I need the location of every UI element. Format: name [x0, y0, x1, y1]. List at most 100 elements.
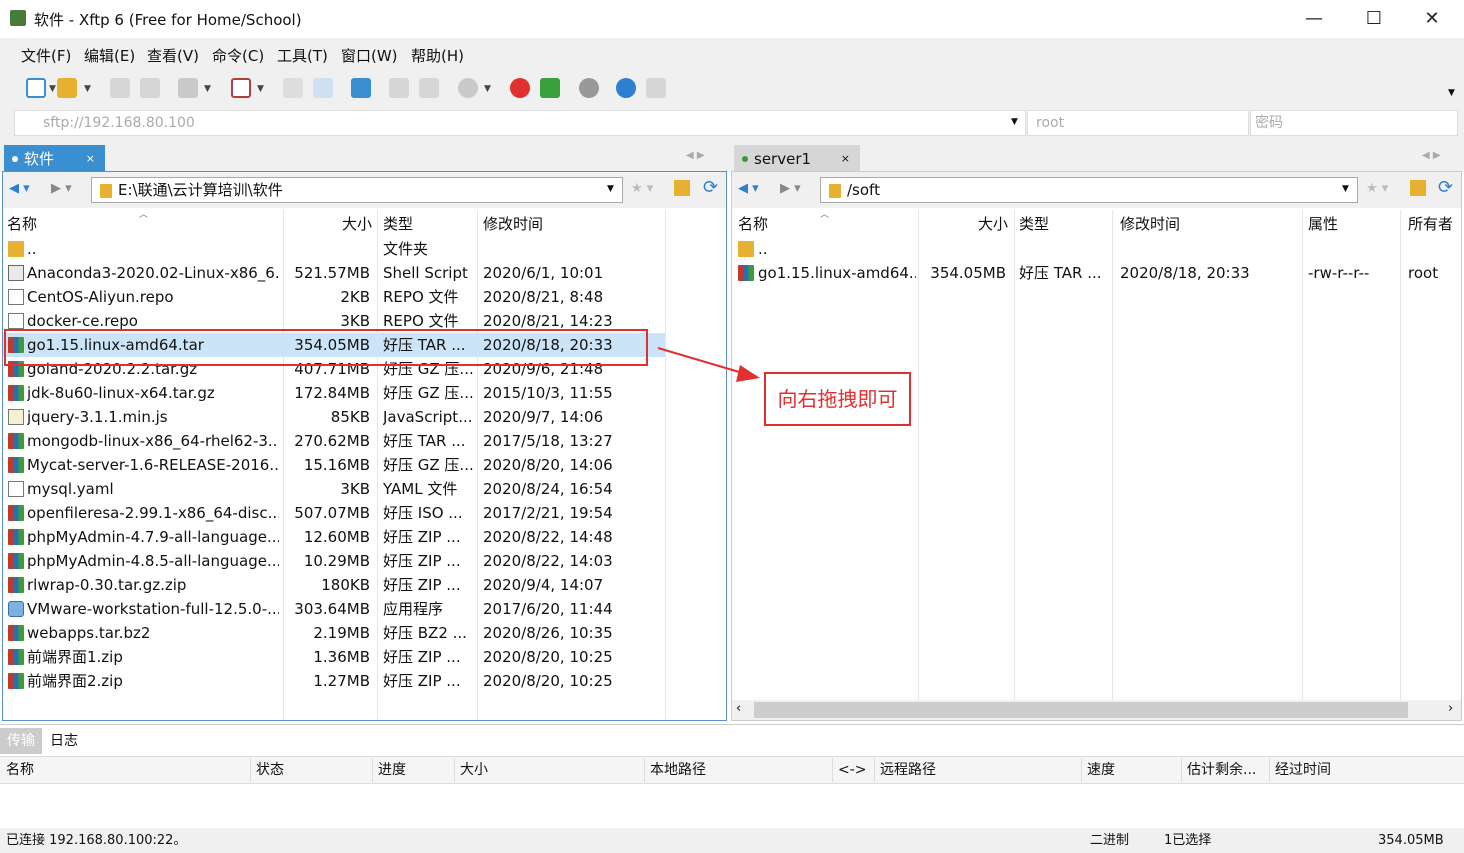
file-row[interactable]: .. 文件夹 [3, 237, 665, 261]
tab-close-icon[interactable]: × [86, 145, 95, 173]
maximize-button[interactable]: ☐ [1354, 4, 1394, 34]
back-icon[interactable]: ◀ ▾ [9, 181, 30, 196]
transfer-col-header[interactable]: 远程路径 [880, 758, 936, 782]
password-input[interactable]: 密码 [1250, 110, 1458, 136]
file-name: go1.15.linux-amd64... [758, 264, 916, 282]
col-name-header[interactable]: 名称 [738, 211, 768, 237]
col-owner-header[interactable]: 所有者 [1408, 211, 1453, 237]
file-row[interactable]: webapps.tar.bz2 2.19MB 好压 BZ2 ... 2020/8/26… [3, 621, 665, 645]
tab-scroll-arrows-left[interactable]: ◀ ▶ [686, 150, 705, 161]
bookmark-icon[interactable]: ★ ▾ [1366, 181, 1388, 196]
close-button[interactable]: ✕ [1412, 4, 1452, 34]
home-folder-icon[interactable] [1410, 180, 1426, 196]
new-session-icon[interactable] [26, 78, 46, 98]
menu-file[interactable]: 文件(F) [21, 45, 71, 66]
disconnect-icon[interactable] [140, 78, 160, 98]
file-row[interactable]: mysql.yaml 3KB YAML 文件 2020/8/24, 16:54 [3, 477, 665, 501]
paste-icon[interactable] [419, 78, 439, 98]
tab-remote-server1[interactable]: server1 × [734, 145, 860, 173]
upload-icon[interactable] [313, 78, 333, 98]
col-modified-header[interactable]: 修改时间 [483, 211, 543, 237]
status-icon[interactable] [458, 78, 478, 98]
file-row[interactable]: go1.15.linux-amd64... 354.05MB 好压 TAR ... 2… [732, 261, 1461, 285]
download-icon[interactable] [283, 78, 303, 98]
transfer-col-header[interactable]: 速度 [1087, 758, 1115, 782]
username-input[interactable]: root [1027, 110, 1249, 136]
file-row[interactable]: 前端界面1.zip 1.36MB 好压 ZIP ... 2020/8/20, 10:2… [3, 645, 665, 669]
file-size: 180KB [321, 576, 370, 594]
file-size: 1.27MB [313, 672, 370, 690]
host-input[interactable]: sftp://192.168.80.100 [14, 110, 1026, 136]
toolbar-overflow-icon[interactable]: ▼ [1448, 88, 1455, 98]
host-dropdown-icon[interactable]: ▼ [1011, 117, 1018, 127]
scrollbar-thumb[interactable] [754, 702, 1408, 718]
transfer-col-header[interactable]: 状态 [256, 758, 284, 782]
forward-icon[interactable]: ▶ ▾ [780, 181, 801, 196]
help-icon[interactable] [616, 78, 636, 98]
tab-transfers[interactable]: 传输 [0, 728, 42, 754]
tab-scroll-arrows-right[interactable]: ◀ ▶ [1422, 150, 1441, 161]
file-row[interactable]: VMware-workstation-full-12.5.0-... 303.64… [3, 597, 665, 621]
menu-window[interactable]: 窗口(W) [341, 45, 398, 66]
path-dropdown-icon[interactable]: ▼ [607, 184, 614, 194]
layout-icon[interactable] [178, 78, 198, 98]
scroll-left-icon[interactable]: ‹ [736, 701, 741, 716]
terminal-icon[interactable] [231, 78, 251, 98]
file-row[interactable]: Mycat-server-1.6-RELEASE-2016... 15.16MB 好… [3, 453, 665, 477]
transfer-col-header[interactable]: 经过时间 [1275, 758, 1331, 782]
tab-local-software[interactable]: 软件 × [4, 145, 105, 173]
gear-icon[interactable] [579, 78, 599, 98]
refresh-icon[interactable]: ⟳ [1438, 177, 1453, 198]
sync-transfer-icon[interactable] [351, 78, 371, 98]
xftp-icon[interactable] [540, 78, 560, 98]
file-row[interactable]: CentOS-Aliyun.repo 2KB REPO 文件 2020/8/21, 8… [3, 285, 665, 309]
file-row[interactable]: jdk-8u60-linux-x64.tar.gz 172.84MB 好压 GZ 压… [3, 381, 665, 405]
menu-help[interactable]: 帮助(H) [411, 45, 464, 66]
col-name-header[interactable]: 名称 [7, 211, 37, 237]
file-row[interactable]: rlwrap-0.30.tar.gz.zip 180KB 好压 ZIP ... 202… [3, 573, 665, 597]
tab-log[interactable]: 日志 [50, 728, 78, 754]
menu-view[interactable]: 查看(V) [147, 45, 199, 66]
minimize-button[interactable]: — [1294, 4, 1334, 34]
local-path-input[interactable]: E:\联通\云计算培训\软件 [91, 177, 623, 203]
bookmark-icon[interactable]: ★ ▾ [631, 181, 653, 196]
col-modified-header[interactable]: 修改时间 [1120, 211, 1180, 237]
col-type-header[interactable]: 类型 [1019, 211, 1049, 237]
copy-icon[interactable] [389, 78, 409, 98]
file-row[interactable]: .. [732, 237, 1461, 261]
col-type-header[interactable]: 类型 [383, 211, 413, 237]
transfer-col-header[interactable]: 本地路径 [650, 758, 706, 782]
file-row[interactable]: Anaconda3-2020.02-Linux-x86_6... 521.57MB… [3, 261, 665, 285]
connect-icon[interactable] [110, 78, 130, 98]
path-dropdown-icon[interactable]: ▼ [1342, 184, 1349, 194]
file-row[interactable]: phpMyAdmin-4.8.5-all-language... 10.29MB 好… [3, 549, 665, 573]
col-attributes-header[interactable]: 属性 [1308, 211, 1338, 237]
transfer-col-header[interactable]: 估计剩余... [1187, 758, 1256, 782]
remote-path-input[interactable]: /soft [820, 177, 1358, 203]
col-size-header[interactable]: 大小 [918, 211, 1008, 237]
transfer-col-header[interactable]: <-> [838, 758, 867, 782]
transfer-col-header[interactable]: 名称 [6, 758, 34, 782]
file-row[interactable]: mongodb-linux-x86_64-rhel62-3... 270.62MB… [3, 429, 665, 453]
open-folder-icon[interactable] [57, 78, 77, 98]
file-row[interactable]: jquery-3.1.1.min.js 85KB JavaScript... 2020… [3, 405, 665, 429]
xshell-icon[interactable] [510, 78, 530, 98]
menu-command[interactable]: 命令(C) [212, 45, 264, 66]
file-size: 354.05MB [930, 264, 1006, 282]
menu-tools[interactable]: 工具(T) [277, 45, 328, 66]
refresh-icon[interactable]: ⟳ [703, 177, 718, 198]
transfer-col-header[interactable]: 大小 [460, 758, 488, 782]
tab-close-icon[interactable]: × [841, 145, 850, 173]
back-icon[interactable]: ◀ ▾ [738, 181, 759, 196]
file-row[interactable]: 前端界面2.zip 1.27MB 好压 ZIP ... 2020/8/20, 10:2… [3, 669, 665, 693]
transfer-col-header[interactable]: 进度 [378, 758, 406, 782]
scroll-right-icon[interactable]: › [1448, 701, 1453, 716]
file-row[interactable]: openfileresa-2.99.1-x86_64-disc... 507.07… [3, 501, 665, 525]
file-name: jdk-8u60-linux-x64.tar.gz [27, 384, 215, 402]
home-folder-icon[interactable] [674, 180, 690, 196]
forward-icon[interactable]: ▶ ▾ [51, 181, 72, 196]
chat-icon[interactable] [646, 78, 666, 98]
col-size-header[interactable]: 大小 [285, 211, 372, 237]
menu-edit[interactable]: 编辑(E) [84, 45, 135, 66]
file-row[interactable]: phpMyAdmin-4.7.9-all-language... 12.60MB 好… [3, 525, 665, 549]
